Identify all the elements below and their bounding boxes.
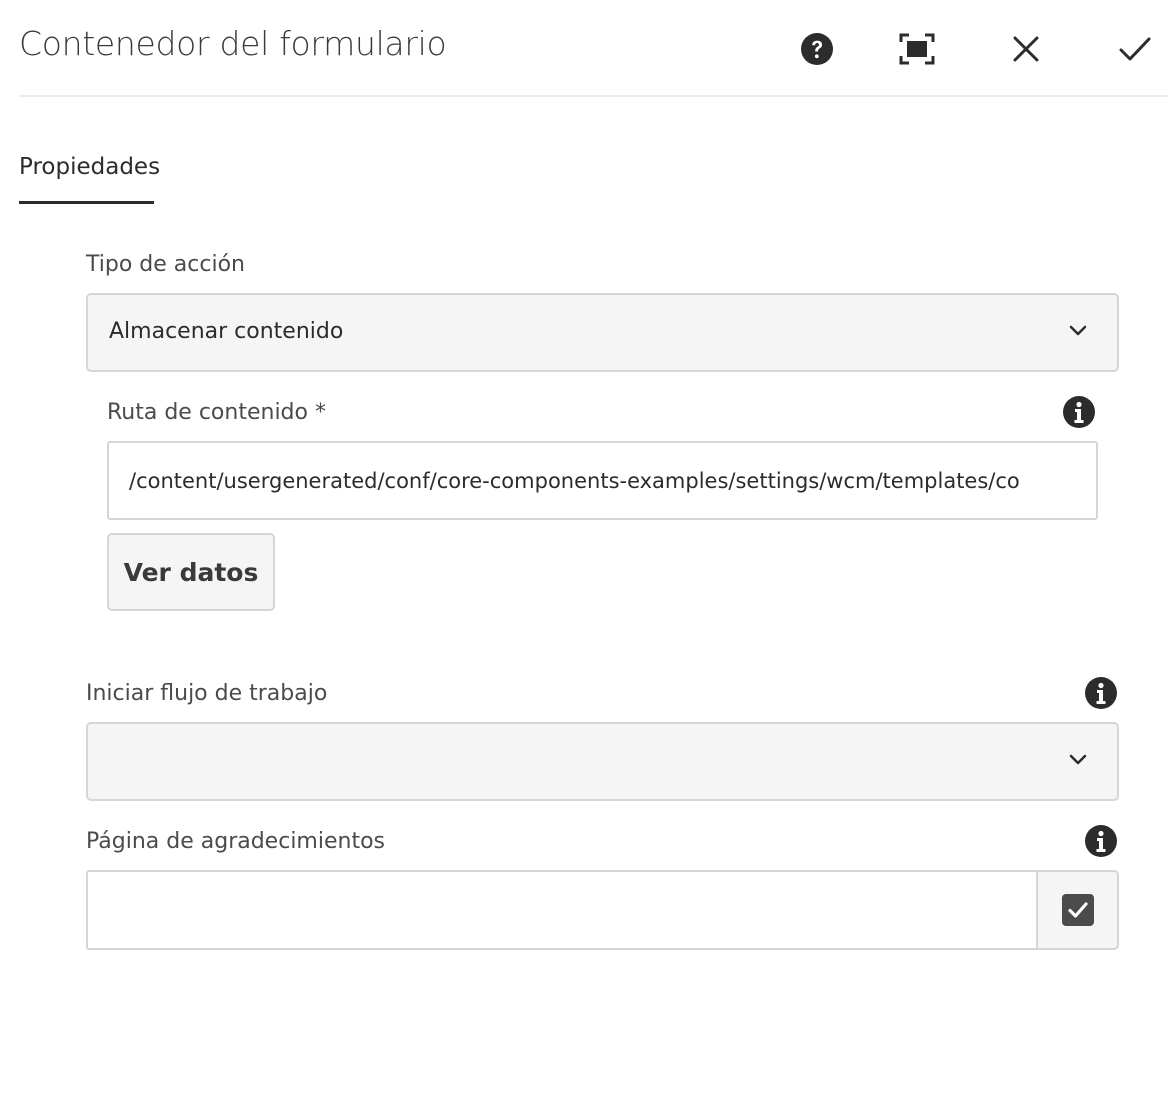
browse-button[interactable]: [1036, 870, 1119, 950]
workflow-select[interactable]: [86, 722, 1119, 801]
help-button[interactable]: [795, 27, 839, 71]
thank-you-page-pathfield: [86, 870, 1119, 950]
tab-label: Propiedades: [19, 154, 161, 180]
done-button[interactable]: [1113, 27, 1157, 71]
fullscreen-icon: [899, 33, 935, 65]
workflow-label: Iniciar flujo de trabajo: [86, 681, 328, 706]
action-type-value: Almacenar contenido: [109, 319, 344, 344]
info-icon[interactable]: [1062, 395, 1096, 429]
info-icon[interactable]: [1084, 676, 1118, 710]
content-path-label: Ruta de contenido *: [107, 400, 326, 425]
close-icon: [1013, 36, 1039, 62]
action-type-select[interactable]: Almacenar contenido: [86, 293, 1119, 372]
close-button[interactable]: [1004, 27, 1048, 71]
tab-selected-indicator: [19, 201, 154, 204]
chevron-down-icon: [1069, 325, 1087, 336]
select-checkbox-icon: [1061, 894, 1094, 926]
fullscreen-button[interactable]: [895, 27, 939, 71]
dialog-header: Contenedor del formulario: [0, 0, 1168, 97]
header-divider: [19, 95, 1168, 97]
chevron-down-icon: [1069, 754, 1087, 765]
thank-you-page-label: Página de agradecimientos: [86, 829, 385, 854]
action-type-label: Tipo de acción: [86, 252, 245, 277]
help-icon: [801, 33, 833, 65]
thank-you-page-input[interactable]: [86, 870, 1038, 950]
dialog-title: Contenedor del formulario: [19, 24, 447, 63]
tab-propiedades[interactable]: Propiedades: [19, 150, 160, 206]
checkmark-icon: [1119, 37, 1151, 61]
content-path-input[interactable]: [107, 441, 1098, 520]
view-data-button[interactable]: Ver datos: [107, 533, 275, 611]
info-icon[interactable]: [1084, 824, 1118, 858]
